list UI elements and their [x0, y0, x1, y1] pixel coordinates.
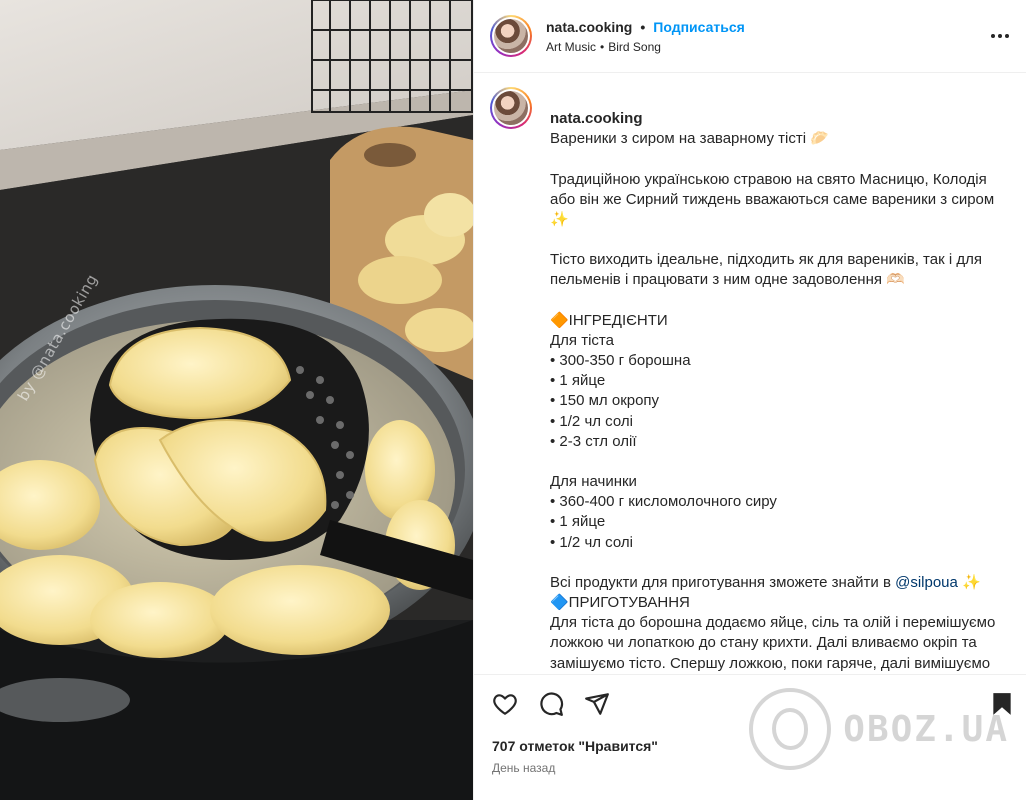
post-caption: nata.cooking Вареники з сиром на заварно…: [550, 87, 1000, 674]
header-text: nata.cooking • Подписаться Art Music • B…: [546, 19, 745, 54]
instagram-post: by @nata.cooking nata.cooking • Подписат…: [0, 0, 1026, 800]
follow-button[interactable]: Подписаться: [653, 19, 745, 35]
filling-heading: Для начинки: [550, 473, 637, 491]
action-icons: [492, 691, 610, 717]
caption-title: Вареники з сиром на заварному тісті 🥟: [550, 130, 829, 148]
post-photo[interactable]: by @nata.cooking: [0, 0, 473, 800]
oboz-watermark-text: OBOZ.UA: [843, 708, 1009, 750]
caption-paragraph-1: Традиційною українською стравою на свято…: [550, 170, 995, 229]
cooking-text: Для тіста до борошна додаємо яйце, сіль …: [550, 614, 996, 672]
audio-info[interactable]: Art Music • Bird Song: [546, 40, 745, 54]
caption-avatar[interactable]: [490, 87, 532, 129]
share-send-icon[interactable]: [584, 691, 610, 717]
caption-area: nata.cooking Вареники з сиром на заварно…: [474, 73, 1026, 674]
ingredients-heading: 🔶ІНГРЕДІЄНТИ: [550, 311, 668, 329]
author-username[interactable]: nata.cooking: [546, 19, 632, 35]
filling-item: • 1 яйце: [550, 513, 606, 531]
silpo-mention-link[interactable]: @silpoua: [895, 574, 958, 591]
likes-count[interactable]: 707 отметок "Нравится": [492, 738, 658, 754]
author-avatar[interactable]: [490, 15, 532, 57]
caption-username[interactable]: nata.cooking: [550, 110, 643, 127]
dumplings-photo: [0, 0, 473, 800]
post-panel: nata.cooking • Подписаться Art Music • B…: [473, 0, 1026, 800]
filling-item: • 360-400 г кисломолочного сиру: [550, 493, 777, 511]
header-separator: •: [640, 18, 646, 35]
oboz-logo-icon: [749, 688, 832, 770]
dough-item: • 300-350 г борошна: [550, 352, 691, 370]
post-actions: 707 отметок "Нравится" День назад OBOZ.U…: [474, 674, 1026, 800]
like-heart-icon[interactable]: [492, 691, 518, 717]
comment-icon[interactable]: [538, 691, 564, 717]
cooking-heading: 🔷ПРИГОТУВАННЯ: [550, 594, 690, 612]
oboz-watermark: OBOZ.UA: [749, 688, 1009, 770]
more-options-icon[interactable]: [988, 24, 1012, 48]
audio-separator: •: [600, 39, 605, 54]
post-header: nata.cooking • Подписаться Art Music • B…: [474, 0, 1026, 73]
dough-item: • 150 мл окропу: [550, 392, 660, 410]
dough-item: • 1/2 чл солі: [550, 412, 633, 430]
shop-emoji: ✨: [957, 573, 981, 591]
caption-paragraph-2: Тісто виходить ідеальне, підходить як дл…: [550, 251, 982, 289]
filling-item: • 1/2 чл солі: [550, 533, 633, 551]
post-timestamp[interactable]: День назад: [492, 761, 555, 775]
audio-artist[interactable]: Art Music: [546, 40, 596, 54]
shop-line: Всі продукти для приготування зможете зн…: [550, 573, 1000, 593]
dough-item: • 2-3 стл олії: [550, 432, 637, 450]
audio-track[interactable]: Bird Song: [608, 40, 661, 54]
dough-item: • 1 яйце: [550, 372, 606, 390]
shop-text: Всі продукти для приготування зможете зн…: [550, 573, 896, 591]
dough-heading: Для тіста: [550, 331, 614, 349]
